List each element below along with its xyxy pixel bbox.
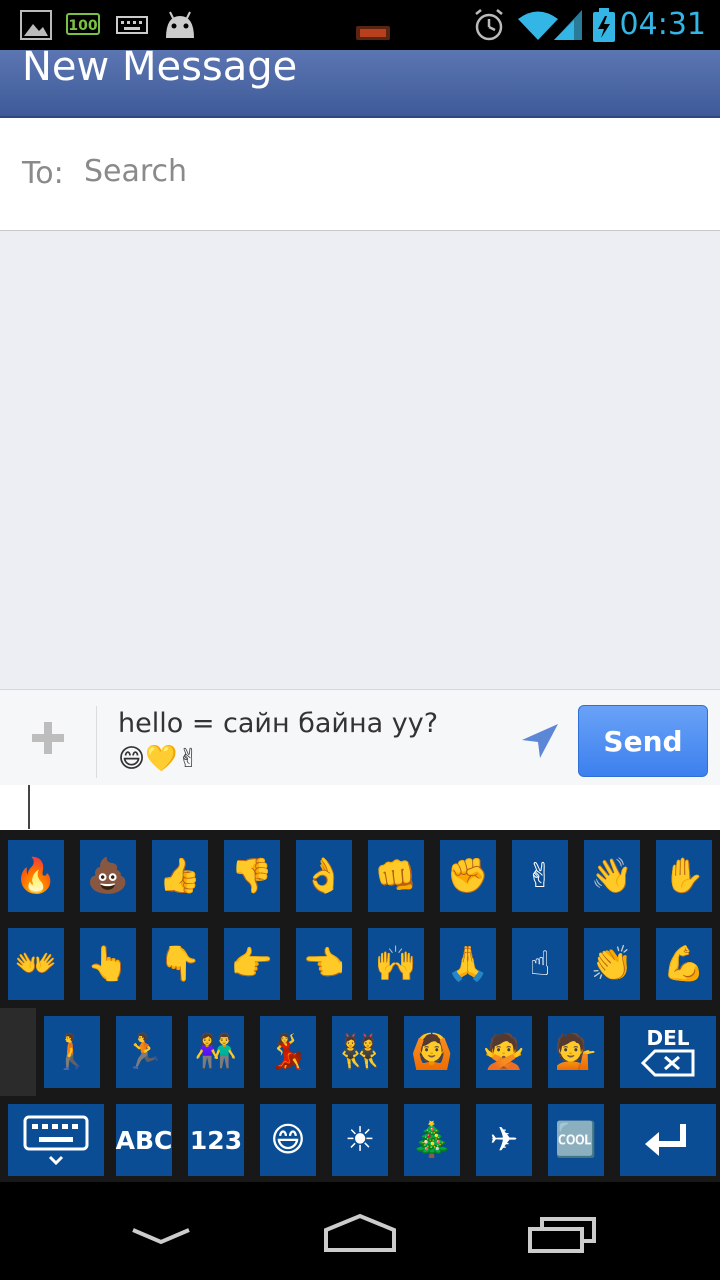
delete-key[interactable]: DEL [620, 1016, 716, 1088]
emoji-key-walking[interactable]: 🚶 [44, 1016, 100, 1088]
emoji-key-fist-bump[interactable]: 👊 [368, 840, 424, 912]
emoji-key-wave[interactable]: 👋 [584, 840, 640, 912]
app-header: New Message [0, 44, 720, 118]
battery-100-icon: 100 [66, 13, 100, 35]
emoji-key-point-right[interactable]: 👉 [224, 928, 280, 1000]
emoji-key-ok-hand[interactable]: 👌 [296, 840, 352, 912]
emoji-key-raised-hands[interactable]: 🙌 [368, 928, 424, 1000]
recent-apps-icon[interactable] [526, 1216, 598, 1254]
enter-icon [645, 1124, 686, 1156]
emoji-key-ok-gesture[interactable]: 🙆 [404, 1016, 460, 1088]
emoji-key-muscle[interactable]: 💪 [656, 928, 712, 1000]
alarm-icon [475, 9, 503, 41]
add-attachment-icon[interactable] [20, 710, 76, 766]
message-emoji-line: 😄💛✌ [118, 744, 200, 774]
emoji-key-tree[interactable]: 🎄 [404, 1104, 460, 1176]
status-clock: 04:31 [619, 7, 706, 42]
emoji-key-point-down[interactable]: 👇 [152, 928, 208, 1000]
keyboard-icon [116, 16, 148, 34]
emoji-key-victory[interactable]: ✌ [512, 840, 568, 912]
emoji-key-point-left[interactable]: 👈 [296, 928, 352, 1000]
page-title: New Message [22, 44, 298, 90]
android-icon [166, 11, 194, 38]
emoji-key-fire[interactable]: 🔥 [8, 840, 64, 912]
abc-key[interactable]: ABC [116, 1104, 172, 1176]
emoji-key-raised-hand[interactable]: ✋ [656, 840, 712, 912]
message-input[interactable]: hello = сайн байна уу? 😄💛✌ [118, 706, 518, 776]
numbers-key[interactable]: 123 [188, 1104, 244, 1176]
navigation-bar [0, 1182, 720, 1280]
emoji-key-thumbs-up[interactable]: 👍 [152, 840, 208, 912]
status-bar: 100 04:31 [0, 0, 720, 50]
backspace-icon [641, 1049, 695, 1077]
emoji-key-info-desk[interactable]: 💁 [548, 1016, 604, 1088]
keyboard-icon [23, 1115, 89, 1166]
text-cursor-area [0, 785, 720, 830]
emoji-key-no-gesture[interactable]: 🙅 [476, 1016, 532, 1088]
send-button[interactable]: Send [578, 705, 708, 777]
emoji-key-index-up[interactable]: ☝ [512, 928, 568, 1000]
emoji-key-cool[interactable]: 🆒 [548, 1104, 604, 1176]
emoji-key-sun[interactable]: ☀ [332, 1104, 388, 1176]
battery-level-text: 100 [68, 18, 98, 34]
battery-charging-icon [593, 8, 615, 42]
emoji-keyboard: 🔥 💩 👍 👎 👌 👊 ✊ ✌ 👋 ✋ 👐 👆 👇 👉 👈 🙌 🙏 ☝ 👏 💪 … [0, 830, 720, 1182]
emoji-key-point-up[interactable]: 👆 [80, 928, 136, 1000]
image-icon [20, 10, 52, 40]
emoji-key-thumbs-down[interactable]: 👎 [224, 840, 280, 912]
emoji-key-couple[interactable]: 👫 [188, 1016, 244, 1088]
notification-indicator-icon [356, 26, 390, 40]
signal-icon [554, 10, 582, 40]
keyboard-switch-key[interactable] [8, 1104, 104, 1176]
emoji-key-dancers[interactable]: 👯 [332, 1016, 388, 1088]
emoji-key-open-hands[interactable]: 👐 [8, 928, 64, 1000]
keyboard-side-edge [0, 1008, 36, 1096]
emoji-key-raised-fist[interactable]: ✊ [440, 840, 496, 912]
emoji-key-pray[interactable]: 🙏 [440, 928, 496, 1000]
message-text-line: hello = сайн байна уу? [118, 708, 439, 739]
emoji-key-clap[interactable]: 👏 [584, 928, 640, 1000]
emoji-key-smile[interactable]: 😄 [260, 1104, 316, 1176]
recipient-search-input[interactable] [84, 154, 684, 189]
location-arrow-icon[interactable] [516, 720, 560, 760]
home-icon[interactable] [322, 1212, 398, 1254]
emoji-key-airplane[interactable]: ✈ [476, 1104, 532, 1176]
emoji-key-dancer[interactable]: 💃 [260, 1016, 316, 1088]
emoji-key-poop[interactable]: 💩 [80, 840, 136, 912]
text-cursor [28, 785, 30, 829]
message-thread [0, 231, 720, 689]
message-composer: hello = сайн байна уу? 😄💛✌ Send [0, 689, 720, 785]
enter-key[interactable] [620, 1104, 716, 1176]
to-label: To: [22, 156, 64, 191]
delete-key-label: DEL [646, 1026, 690, 1050]
composer-divider [96, 706, 97, 778]
emoji-key-running[interactable]: 🏃 [116, 1016, 172, 1088]
back-chevron-icon[interactable] [130, 1224, 192, 1248]
recipient-row: To: [0, 118, 720, 231]
